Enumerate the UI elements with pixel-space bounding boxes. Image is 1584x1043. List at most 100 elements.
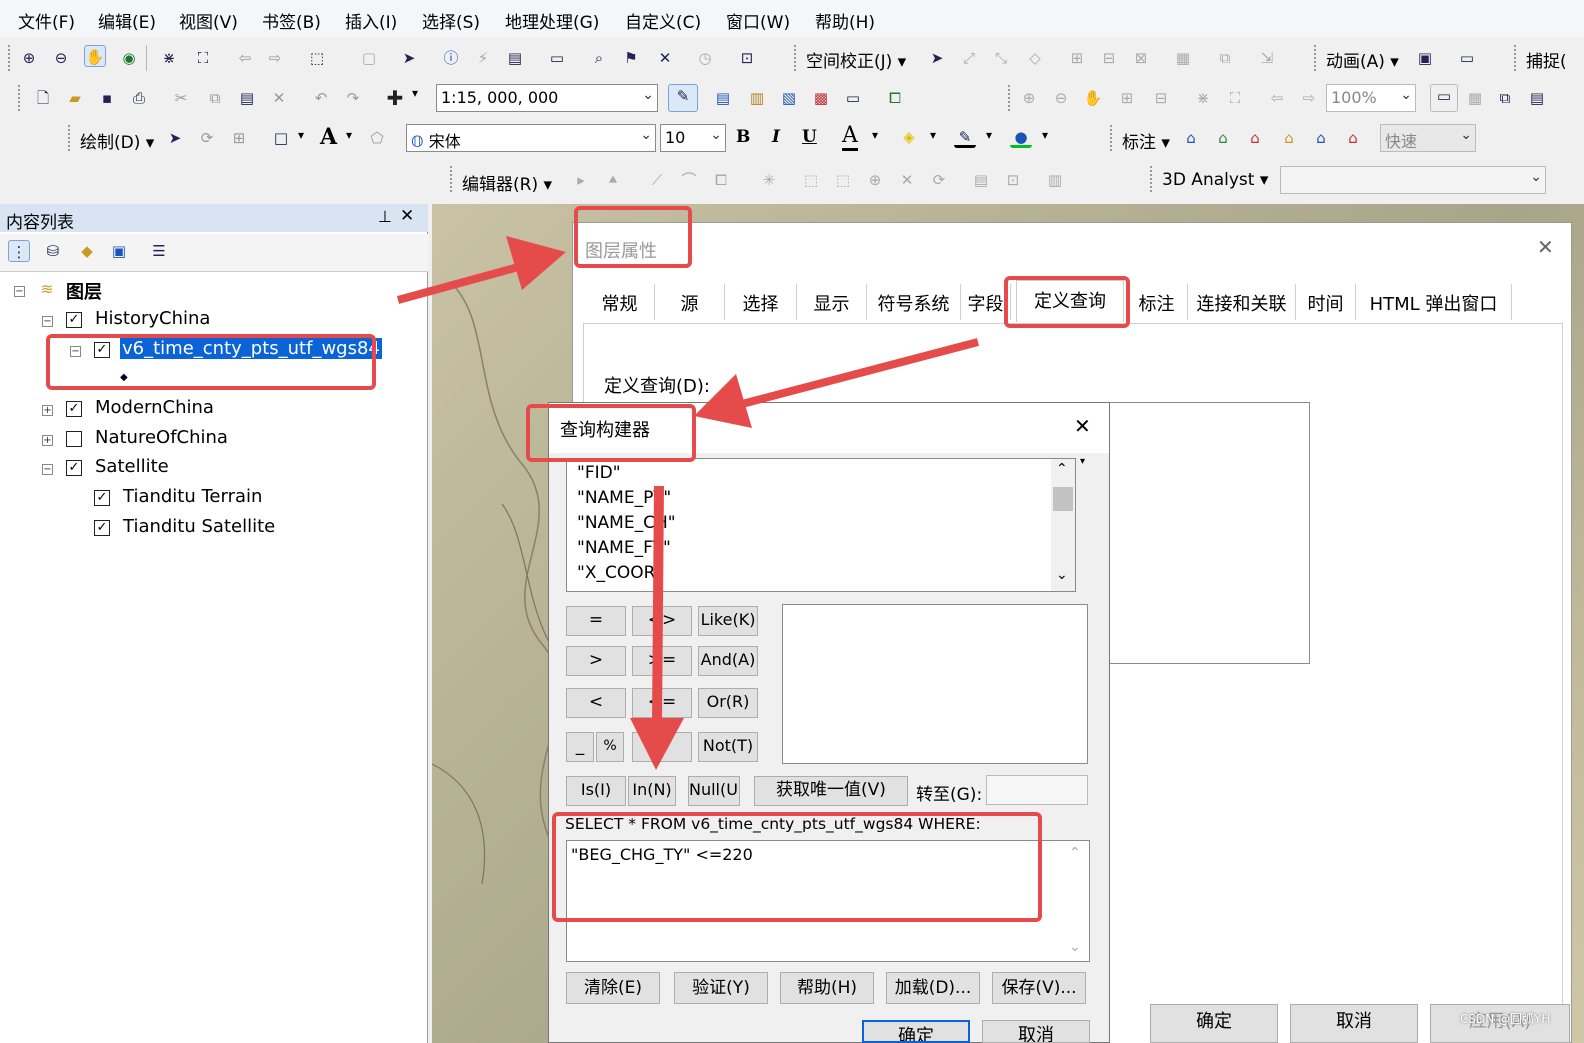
marker-color-dropdown-icon[interactable]: ▾: [1042, 128, 1048, 142]
find-icon[interactable]: ⌕: [588, 47, 610, 69]
field-item[interactable]: "NAME_CH": [577, 513, 676, 533]
font-color-icon[interactable]: A: [842, 123, 858, 151]
clear-button[interactable]: 清除(E): [566, 972, 660, 1004]
equals-button[interactable]: =: [566, 606, 626, 636]
menu-view[interactable]: 视图(V): [179, 8, 238, 33]
edit-annotation-icon[interactable]: ⯅: [602, 169, 624, 191]
font-size-combo[interactable]: 10 ⌄: [660, 124, 726, 152]
unique-values-list[interactable]: [782, 604, 1088, 764]
fill-color-dropdown-icon[interactable]: ▾: [930, 128, 936, 142]
field-list-scrollbar[interactable]: ⌃ ⌄: [1051, 459, 1075, 591]
layer-satellite[interactable]: Satellite: [95, 456, 169, 477]
tab-time[interactable]: 时间: [1296, 284, 1356, 320]
menu-insert[interactable]: 插入(I): [345, 8, 397, 33]
tab-definition-query[interactable]: 定义查询: [1016, 280, 1124, 322]
fixed-zoom-in-icon[interactable]: ⋇: [158, 47, 180, 69]
clear-selection-icon[interactable]: ▢: [358, 47, 380, 69]
open-folder-icon[interactable]: ▰: [64, 87, 86, 109]
rectangle-icon[interactable]: □: [270, 127, 292, 149]
animation-menu[interactable]: 动画(A) ▾: [1326, 47, 1399, 72]
v6-layer-checkbox[interactable]: ✓: [94, 342, 110, 358]
null-button[interactable]: Null(U): [688, 776, 740, 806]
delete-icon[interactable]: ✕: [268, 87, 290, 109]
save-icon[interactable]: ▪: [96, 87, 118, 109]
field-item[interactable]: "NAME_PY": [577, 488, 671, 508]
new-document-icon[interactable]: 🗋: [32, 87, 54, 109]
marker-color-icon[interactable]: ●: [1010, 126, 1032, 148]
search-window-icon[interactable]: ▧: [778, 87, 800, 109]
font-combo[interactable]: 𝕆 宋体 ⌄: [406, 124, 656, 152]
link-table-icon[interactable]: ⊞: [1066, 47, 1088, 69]
parentheses-button[interactable]: (): [632, 732, 692, 762]
identity-link-icon[interactable]: ⊠: [1130, 47, 1152, 69]
scroll-up-icon[interactable]: ⌃: [1056, 461, 1068, 477]
expand-historychina-icon[interactable]: −: [42, 316, 53, 327]
verify-button[interactable]: 验证(Y): [674, 972, 768, 1004]
pan-icon[interactable]: ✋: [84, 45, 106, 67]
or-button[interactable]: Or(R): [698, 688, 758, 718]
not-equals-button[interactable]: <>: [632, 606, 692, 636]
text-tool-icon[interactable]: A: [320, 124, 337, 150]
toc-options-icon[interactable]: ☰: [148, 240, 170, 262]
next-extent-icon[interactable]: ⇨: [1298, 87, 1320, 109]
lock-labels-icon[interactable]: ⌂: [1278, 127, 1300, 149]
arctoolbox-icon[interactable]: ▩: [810, 87, 832, 109]
line-color-icon[interactable]: ✎: [954, 126, 976, 148]
edit-vertices-tool-icon[interactable]: ⬚: [800, 169, 822, 191]
forward-arrow-icon[interactable]: ⇨: [264, 47, 286, 69]
hyperlink-icon[interactable]: ⚡: [472, 47, 494, 69]
go-to-xy-icon[interactable]: ✕: [654, 47, 676, 69]
label-manager-icon[interactable]: ⌂: [1180, 127, 1202, 149]
tianditu-satellite-checkbox[interactable]: ✓: [94, 520, 110, 536]
end-point-arc-icon[interactable]: ⌒: [678, 169, 700, 191]
snapping-menu[interactable]: 捕捉(: [1526, 47, 1567, 72]
expand-natureofchina-icon[interactable]: +: [42, 435, 53, 446]
font-color-dropdown-icon[interactable]: ▾: [872, 128, 878, 142]
layer-tianditu-terrain[interactable]: Tianditu Terrain: [123, 486, 262, 507]
straight-segment-icon[interactable]: ⟋: [646, 169, 668, 191]
fixed-zoom-in-layout-icon[interactable]: ⋇: [1192, 87, 1214, 109]
html-popup-icon[interactable]: ▤: [504, 47, 526, 69]
menu-file[interactable]: 文件(F): [18, 8, 75, 33]
natureofchina-checkbox[interactable]: [66, 431, 82, 447]
catalog-icon[interactable]: ▥: [746, 87, 768, 109]
menu-help[interactable]: 帮助(H): [815, 8, 875, 33]
menu-edit[interactable]: 编辑(E): [98, 8, 156, 33]
sketch-properties-icon[interactable]: ⊡: [1002, 169, 1024, 191]
copy-icon[interactable]: ⧉: [204, 87, 226, 109]
toc-close-icon[interactable]: ✕: [400, 206, 414, 226]
print-icon[interactable]: ⎙: [128, 87, 150, 109]
list-by-visibility-icon[interactable]: ◆: [76, 240, 98, 262]
menu-windows[interactable]: 窗口(W): [726, 8, 790, 33]
list-options-icon[interactable]: ▾: [1080, 456, 1085, 467]
layer-natureofchina[interactable]: NatureOfChina: [95, 427, 228, 448]
tab-joins-relates[interactable]: 连接和关联: [1188, 284, 1296, 320]
paste-icon[interactable]: ▤: [236, 87, 258, 109]
list-by-selection-icon[interactable]: ▣: [108, 240, 130, 262]
find-route-icon[interactable]: ⚑: [620, 47, 642, 69]
toggle-draft-icon[interactable]: ▭: [1430, 84, 1458, 112]
expand-v6-layer-icon[interactable]: −: [70, 346, 81, 357]
italic-button[interactable]: I: [772, 127, 780, 147]
python-window-icon[interactable]: ▭: [842, 87, 864, 109]
query-builder-close-icon[interactable]: ✕: [1074, 414, 1091, 438]
zoom-whole-page-icon[interactable]: ⊞: [1116, 87, 1138, 109]
percent-button[interactable]: %: [596, 732, 624, 762]
layer-v6-time-cnty-pts[interactable]: v6_time_cnty_pts_utf_wgs84: [120, 338, 382, 359]
view-table-icon[interactable]: ▦: [1172, 47, 1194, 69]
toolbar-grip[interactable]: [8, 45, 12, 71]
back-arrow-icon[interactable]: ⇦: [234, 47, 256, 69]
bold-button[interactable]: B: [736, 127, 750, 147]
view-unplaced-icon[interactable]: ⌂: [1310, 127, 1332, 149]
where-clause-textarea[interactable]: "BEG_CHG_TY" <=220 ⌃ ⌄: [566, 840, 1090, 962]
go-to-input[interactable]: [986, 775, 1088, 805]
list-by-drawing-order-icon[interactable]: ⋮: [8, 240, 30, 262]
layer-properties-close-icon[interactable]: ✕: [1537, 235, 1554, 259]
tianditu-terrain-checkbox[interactable]: ✓: [94, 490, 110, 506]
animation-manager-icon[interactable]: ▭: [1456, 47, 1478, 69]
expand-root-icon[interactable]: −: [14, 286, 25, 297]
layer-historychina[interactable]: HistoryChina: [95, 308, 210, 329]
tab-symbology[interactable]: 符号系统: [867, 284, 961, 320]
text-dropdown-icon[interactable]: ▾: [346, 128, 352, 142]
edge-match-icon[interactable]: ⧉: [1214, 47, 1236, 69]
